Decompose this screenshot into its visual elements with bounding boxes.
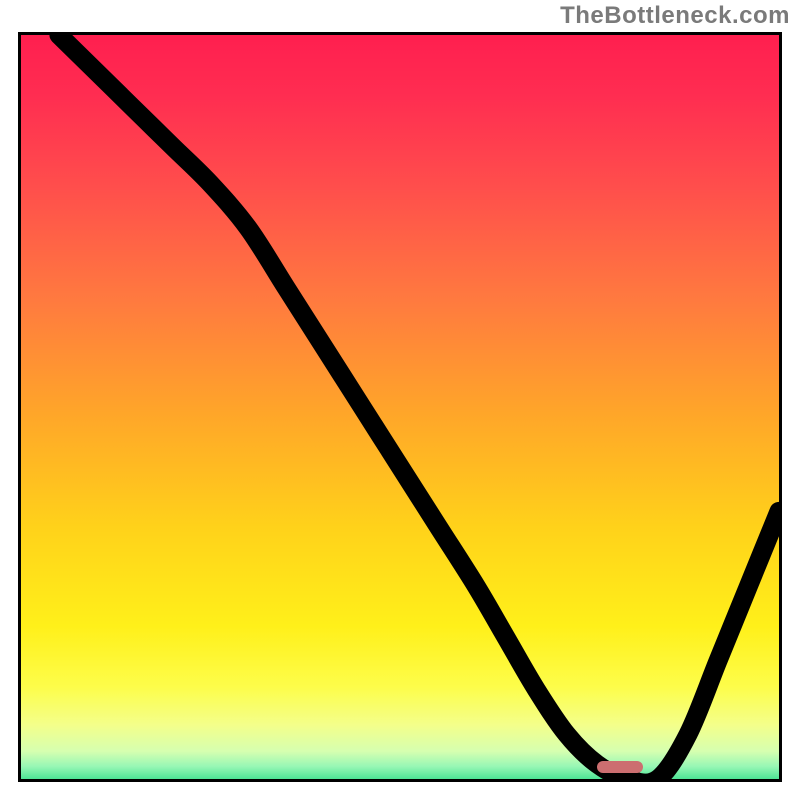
- plot-area: [18, 32, 782, 782]
- watermark-text: TheBottleneck.com: [560, 2, 790, 30]
- optimal-marker: [597, 761, 642, 773]
- bottleneck-curve: [21, 35, 779, 779]
- chart-frame: TheBottleneck.com: [0, 0, 800, 800]
